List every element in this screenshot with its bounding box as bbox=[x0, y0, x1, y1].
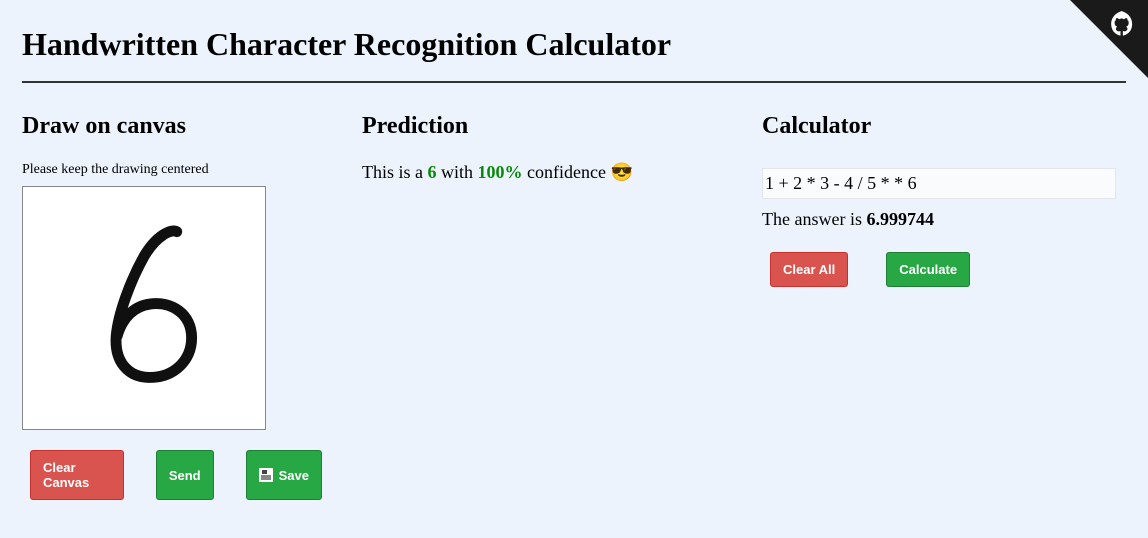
calculate-label: Calculate bbox=[899, 262, 957, 277]
github-cat-icon bbox=[1110, 10, 1138, 38]
prediction-value: 6 bbox=[428, 162, 437, 182]
clear-canvas-button[interactable]: Clear Canvas bbox=[30, 450, 124, 500]
draw-heading: Draw on canvas bbox=[22, 113, 322, 140]
save-button[interactable]: Save bbox=[246, 450, 322, 500]
save-label: Save bbox=[279, 468, 309, 483]
clear-canvas-label: Clear Canvas bbox=[43, 460, 111, 490]
prediction-prefix: This is a bbox=[362, 162, 428, 182]
drawn-digit-six bbox=[23, 187, 265, 429]
sunglasses-emoji: 😎 bbox=[610, 162, 632, 182]
divider bbox=[22, 81, 1126, 83]
draw-hint: Please keep the drawing centered bbox=[22, 162, 322, 178]
answer-label: The answer is bbox=[762, 209, 866, 229]
prediction-text: This is a 6 with 100% confidence 😎 bbox=[362, 162, 722, 183]
prediction-suffix: confidence bbox=[523, 162, 611, 182]
drawing-canvas[interactable] bbox=[22, 186, 266, 430]
send-label: Send bbox=[169, 468, 201, 483]
prediction-confidence: 100% bbox=[478, 162, 523, 182]
answer-text: The answer is 6.999744 bbox=[762, 209, 1116, 230]
answer-value: 6.999744 bbox=[866, 209, 934, 229]
clear-all-label: Clear All bbox=[783, 262, 835, 277]
floppy-disk-icon bbox=[259, 468, 273, 482]
calculate-button[interactable]: Calculate bbox=[886, 252, 970, 287]
send-button[interactable]: Send bbox=[156, 450, 214, 500]
prediction-heading: Prediction bbox=[362, 113, 722, 140]
calculator-heading: Calculator bbox=[762, 113, 1116, 140]
clear-all-button[interactable]: Clear All bbox=[770, 252, 848, 287]
page-title: Handwritten Character Recognition Calcul… bbox=[22, 26, 1126, 63]
expression-input[interactable] bbox=[762, 168, 1116, 199]
prediction-middle: with bbox=[437, 162, 478, 182]
